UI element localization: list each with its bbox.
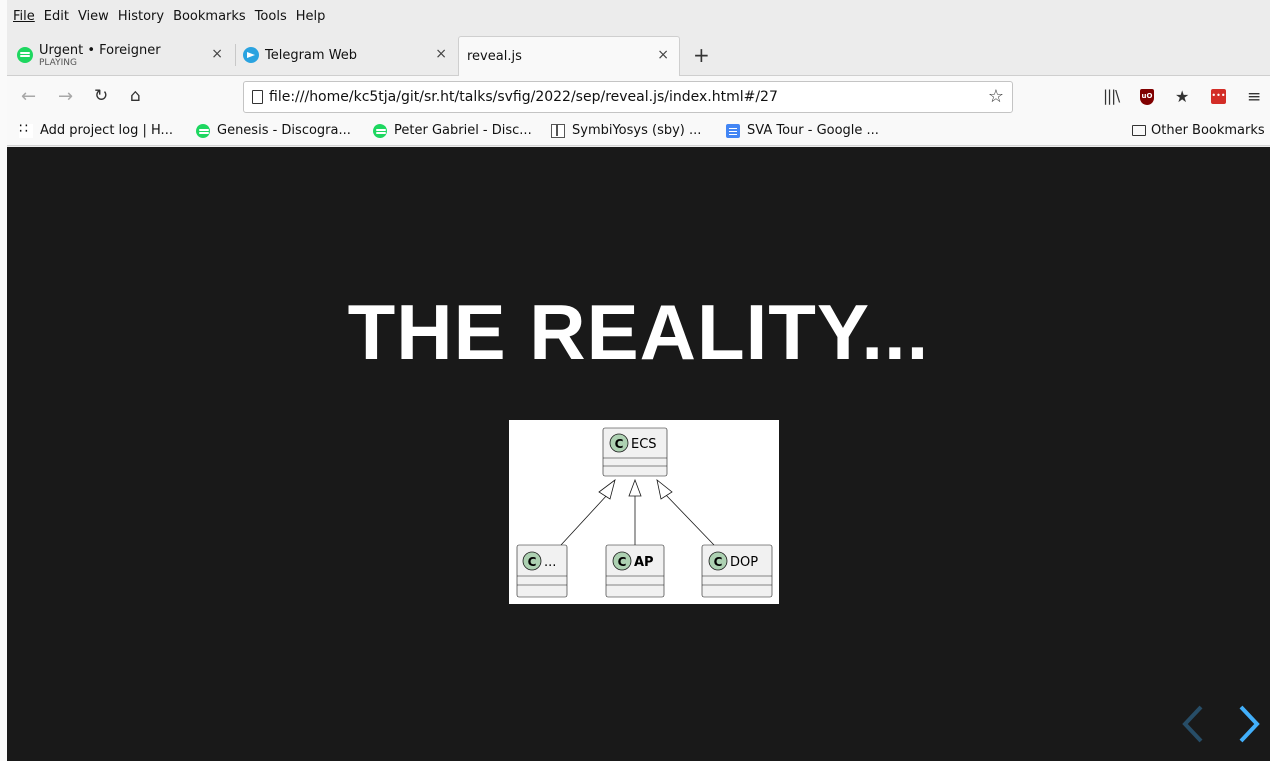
- navigation-toolbar: ← → ↻ ⌂ ☆ |||\ uO ★ ••• ≡: [7, 76, 1270, 118]
- reload-icon[interactable]: ↻: [94, 86, 108, 106]
- bookmark-item[interactable]: Genesis - Discogra...: [196, 123, 351, 138]
- class-dop: C DOP: [701, 544, 773, 598]
- google-docs-icon: [726, 123, 740, 138]
- spotify-icon: [17, 47, 33, 63]
- class-name-dop: DOP: [730, 555, 758, 570]
- other-bookmarks[interactable]: Other Bookmarks: [1132, 123, 1265, 138]
- uml-diagram: C ECS C ... C AP C DOP: [516, 427, 773, 598]
- menu-history[interactable]: History: [118, 9, 164, 24]
- bookmark-label: SymbiYosys (sby) ...: [572, 123, 702, 138]
- browser-window: File Edit View History Bookmarks Tools H…: [0, 0, 1270, 761]
- bookmark-label: SVA Tour - Google ...: [747, 123, 879, 138]
- hackaday-icon: [19, 121, 33, 138]
- close-tab-icon[interactable]: ×: [211, 46, 223, 62]
- folder-icon: [1132, 125, 1146, 136]
- menu-edit[interactable]: Edit: [44, 9, 69, 24]
- bookmark-label: Genesis - Discogra...: [217, 123, 351, 138]
- class-ecs: C ECS: [602, 427, 668, 477]
- tab-title: Telegram Web: [265, 47, 358, 63]
- class-ellipsis: C ...: [516, 544, 568, 598]
- forward-arrow-icon[interactable]: →: [58, 86, 73, 107]
- pin-extension-icon[interactable]: ★: [1175, 87, 1189, 106]
- bookmark-label: Peter Gabriel - Disc...: [394, 123, 532, 138]
- tab-separator: [235, 44, 236, 66]
- menu-file[interactable]: File: [13, 9, 35, 24]
- back-arrow-icon[interactable]: ←: [21, 86, 36, 107]
- window-edge: [0, 0, 7, 761]
- lastpass-icon[interactable]: •••: [1211, 89, 1226, 104]
- new-tab-button[interactable]: +: [693, 43, 710, 67]
- library-icon[interactable]: |||\: [1103, 87, 1120, 105]
- telegram-icon: [243, 47, 259, 63]
- class-ap: C AP: [605, 544, 665, 598]
- spotify-icon: [373, 123, 387, 138]
- other-bookmarks-label: Other Bookmarks: [1151, 123, 1265, 138]
- document-icon: [551, 123, 565, 138]
- tab-playing-label: PLAYING: [39, 57, 77, 68]
- bookmark-item[interactable]: Add project log | H...: [19, 121, 173, 138]
- class-diagram: C ECS C ... C AP C DOP: [509, 420, 779, 604]
- close-tab-icon[interactable]: ×: [435, 46, 447, 62]
- class-marker: C: [618, 555, 627, 569]
- tab-telegram[interactable]: Telegram Web ×: [237, 36, 457, 74]
- class-marker: C: [714, 555, 723, 569]
- tab-title: reveal.js: [467, 49, 522, 64]
- menu-view[interactable]: View: [78, 9, 109, 24]
- class-name-ecs: ECS: [631, 437, 657, 452]
- menu-bar: File Edit View History Bookmarks Tools H…: [7, 0, 1270, 32]
- tab-spotify[interactable]: Urgent • Foreigner PLAYING ×: [11, 36, 233, 74]
- bookmark-item[interactable]: SymbiYosys (sby) ...: [551, 123, 701, 138]
- bookmark-item[interactable]: SVA Tour - Google ...: [726, 123, 879, 138]
- slide-viewport: THE REALITY... C ECS C ... C AP C DOP: [7, 147, 1270, 761]
- tab-reveal[interactable]: reveal.js ×: [458, 36, 680, 76]
- next-slide-arrow-icon[interactable]: [1237, 703, 1263, 745]
- page-icon: [252, 90, 263, 104]
- home-icon[interactable]: ⌂: [130, 86, 141, 106]
- tab-title: Urgent • Foreigner: [39, 42, 161, 58]
- url-input[interactable]: [269, 89, 969, 105]
- bookmark-label: Add project log | H...: [40, 123, 173, 138]
- menu-bookmarks[interactable]: Bookmarks: [173, 9, 246, 24]
- spotify-icon: [196, 123, 210, 138]
- close-tab-icon[interactable]: ×: [657, 47, 669, 63]
- ublock-icon[interactable]: uO: [1140, 89, 1154, 105]
- class-marker: C: [528, 555, 537, 569]
- bookmark-item[interactable]: Peter Gabriel - Disc...: [373, 123, 532, 138]
- bookmarks-toolbar: Add project log | H... Genesis - Discogr…: [7, 118, 1270, 146]
- previous-slide-arrow-icon[interactable]: [1179, 703, 1205, 745]
- url-bar[interactable]: ☆: [243, 81, 1013, 113]
- bookmark-star-icon[interactable]: ☆: [988, 86, 1004, 107]
- hamburger-menu-icon[interactable]: ≡: [1247, 87, 1261, 107]
- class-name-ap: AP: [634, 555, 654, 570]
- menu-tools[interactable]: Tools: [255, 9, 287, 24]
- class-marker: C: [615, 437, 624, 451]
- class-name-ellipsis: ...: [544, 555, 556, 570]
- slide-title: THE REALITY...: [347, 288, 930, 376]
- tab-strip: Urgent • Foreigner PLAYING × Telegram We…: [7, 32, 1270, 76]
- menu-help[interactable]: Help: [296, 9, 326, 24]
